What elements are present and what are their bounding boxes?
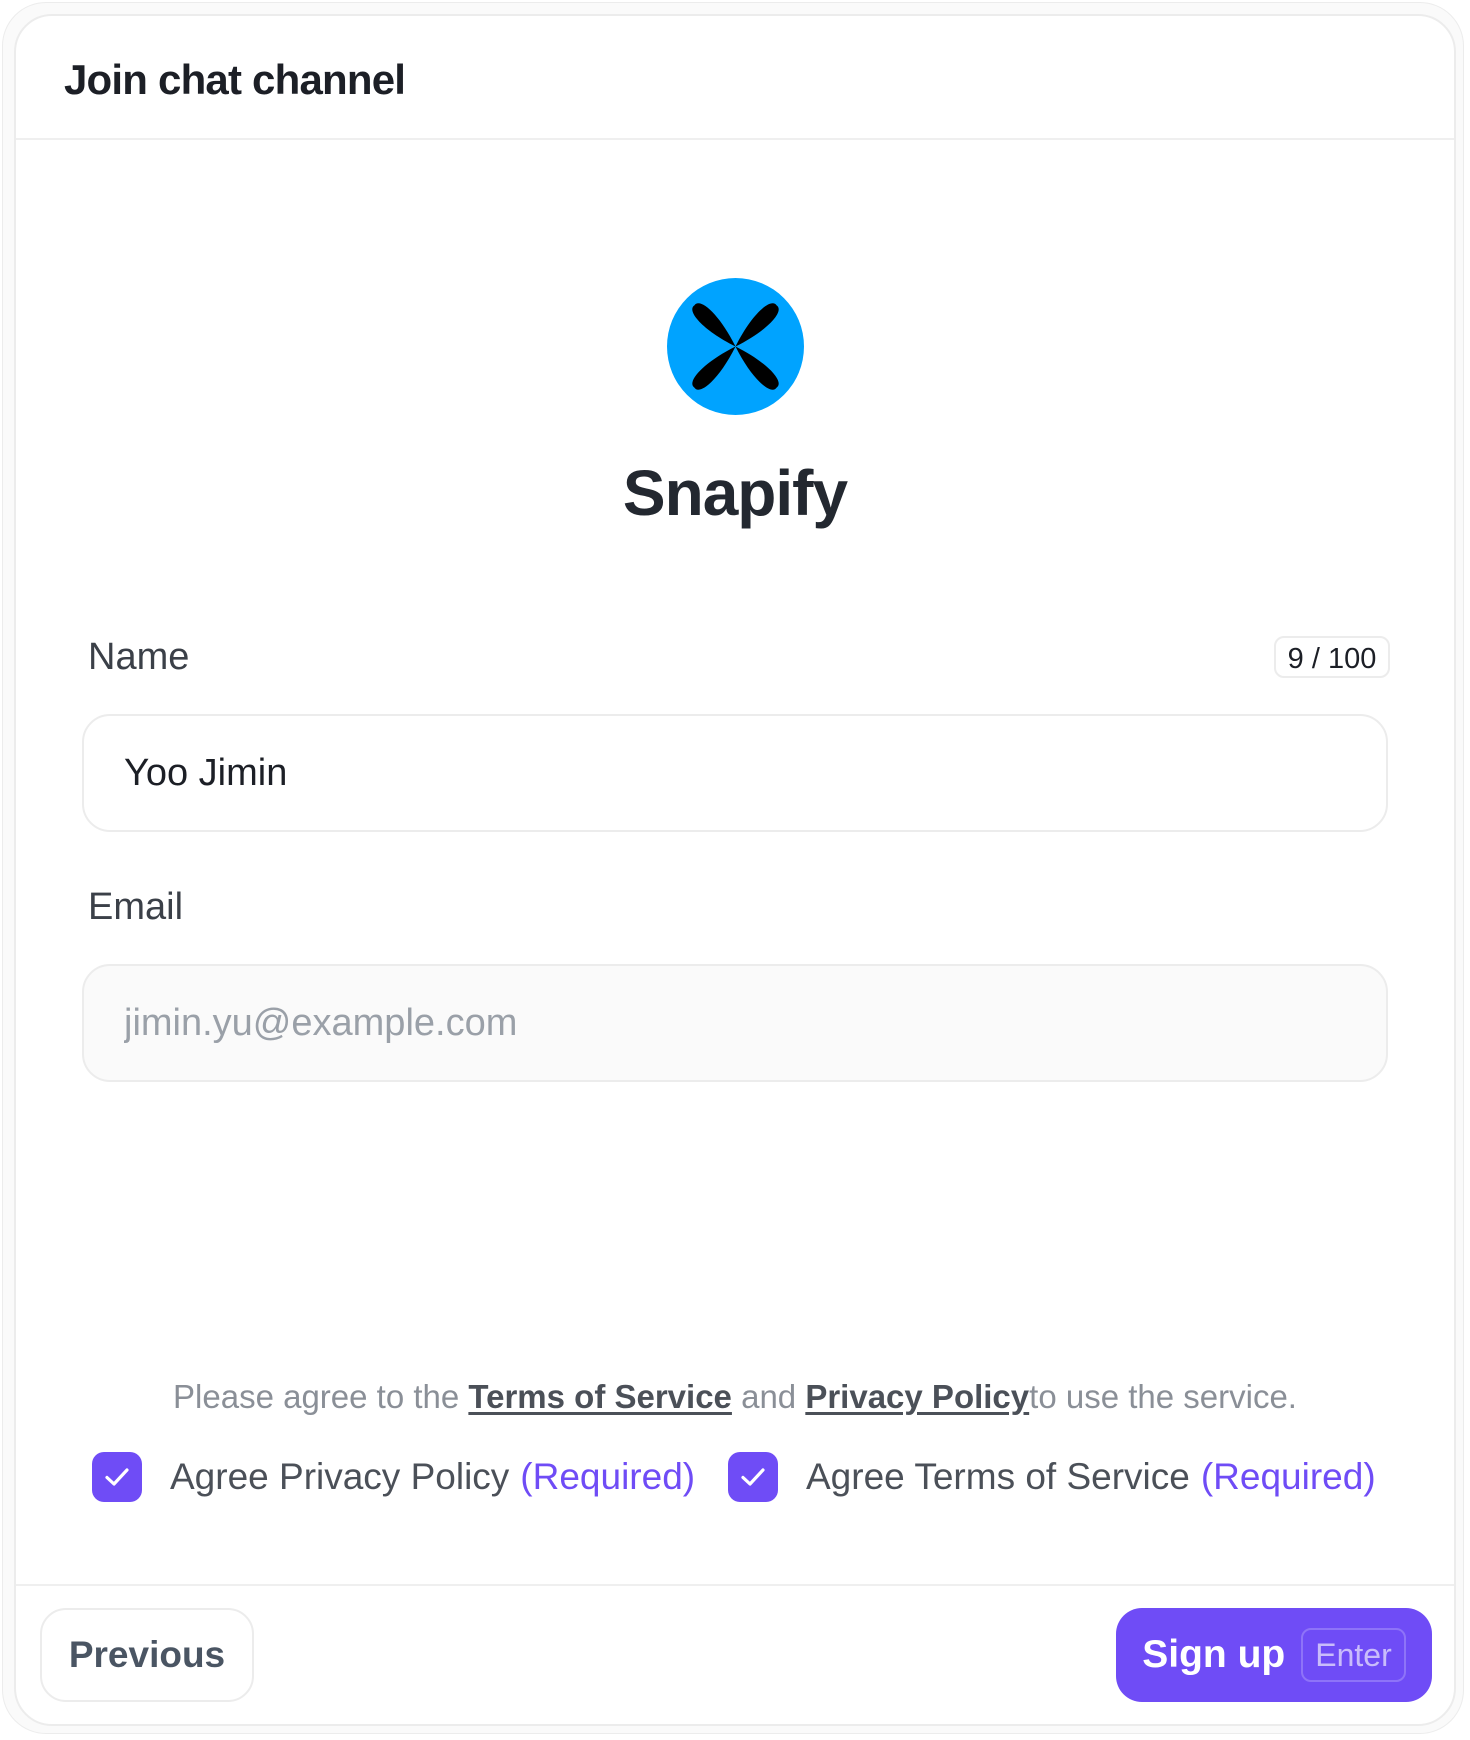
sign-up-label: Sign up — [1142, 1633, 1286, 1676]
previous-button[interactable]: Previous — [40, 1608, 254, 1702]
snapify-logo-icon — [667, 278, 804, 415]
dialog-footer: Previous Sign up Enter — [16, 1584, 1454, 1724]
agree-privacy-policy-label: Agree Privacy Policy — [170, 1456, 510, 1497]
agree-terms-of-service-checkbox-row[interactable]: Agree Terms of Service (Required) — [728, 1452, 1376, 1502]
dialog-title: Join chat channel — [64, 56, 406, 103]
required-tag: (Required) — [1200, 1456, 1376, 1497]
agreement-notice: Please agree to the Terms of Service and… — [16, 1378, 1454, 1416]
agreement-text-suffix: to use the service. — [1029, 1378, 1297, 1415]
name-input[interactable] — [82, 714, 1388, 832]
agree-privacy-policy-checkbox[interactable] — [92, 1452, 142, 1502]
checkmark-icon — [741, 1468, 765, 1486]
agree-privacy-policy-checkbox-row[interactable]: Agree Privacy Policy (Required) — [92, 1452, 695, 1502]
agree-terms-of-service-label: Agree Terms of Service — [806, 1456, 1190, 1497]
join-chat-dialog: Join chat channel Snapify Name 9 / 100 E… — [14, 14, 1456, 1726]
agreement-text-prefix: Please agree to the — [173, 1378, 469, 1415]
email-input[interactable] — [82, 964, 1388, 1082]
app-name: Snapify — [622, 457, 848, 529]
enter-shortcut-hint: Enter — [1301, 1628, 1406, 1682]
privacy-policy-link[interactable]: Privacy Policy — [805, 1378, 1029, 1415]
dialog-header: Join chat channel — [16, 16, 1454, 140]
email-label: Email — [88, 886, 184, 928]
agree-terms-of-service-checkbox[interactable] — [728, 1452, 778, 1502]
required-tag: (Required) — [520, 1456, 696, 1497]
name-char-counter: 9 / 100 — [1274, 636, 1390, 678]
agreement-text-and: and — [731, 1378, 806, 1415]
sign-up-button[interactable]: Sign up Enter — [1116, 1608, 1432, 1702]
checkmark-icon — [105, 1468, 129, 1486]
name-label: Name — [88, 636, 190, 678]
terms-of-service-link[interactable]: Terms of Service — [468, 1378, 732, 1415]
